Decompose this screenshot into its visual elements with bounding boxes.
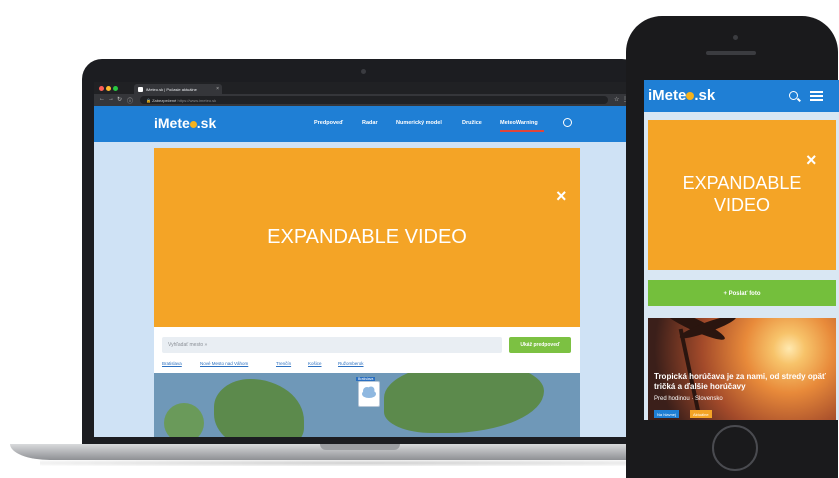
phone-home-button[interactable]	[712, 425, 758, 471]
news-card[interactable]: Tropická horúčava je za nami, od stredy …	[648, 318, 836, 420]
send-photo-bar[interactable]: + Poslať foto	[648, 280, 836, 306]
forward-arrow-icon[interactable]: →	[108, 96, 114, 102]
nav-item-numerical-model[interactable]: Numerický model	[396, 120, 442, 126]
window-minimize-button[interactable]	[106, 86, 111, 91]
favicon-icon	[138, 87, 143, 92]
search-card: Vyhľadať mesto » Ukáž predpoveď Bratisla…	[154, 327, 580, 437]
tab-close-icon[interactable]: ×	[216, 86, 219, 92]
weather-map[interactable]: Bratislava	[154, 373, 580, 437]
tab-title: iMeteo.sk | Počasie aktuálne	[146, 87, 197, 92]
map-land	[384, 373, 544, 433]
close-icon[interactable]: ×	[806, 150, 817, 171]
laptop-notch	[320, 444, 400, 450]
ad-label-line: VIDEO	[713, 195, 770, 215]
ad-label-line: EXPANDABLE	[682, 173, 802, 193]
logo-text-right: .sk	[694, 87, 716, 104]
nav-item-radar[interactable]: Radar	[362, 120, 378, 126]
url-text: https://www.imeteo.sk	[177, 98, 217, 103]
back-arrow-icon[interactable]: ←	[99, 96, 105, 102]
phone-screen: iMete .sk EXPANDABLE VIDEO × + Poslať fot…	[644, 80, 839, 420]
lock-icon: 🔒	[146, 98, 151, 103]
nav-active-indicator	[500, 130, 544, 132]
city-link[interactable]: Košice	[308, 361, 322, 366]
phone-speaker	[706, 51, 756, 55]
expandable-video-ad[interactable]: EXPANDABLE VIDEO ×	[154, 148, 580, 327]
ad-label: EXPANDABLE VIDEO	[648, 172, 836, 216]
laptop-camera	[361, 69, 366, 74]
sun-icon	[189, 120, 197, 128]
site-header: iMete .sk Predpoveď Radar Numerický model…	[94, 106, 630, 142]
city-link[interactable]: Trenčín	[276, 361, 291, 366]
site-logo[interactable]: iMete .sk	[154, 115, 216, 131]
close-icon[interactable]: ×	[556, 186, 567, 207]
device-mockup: iMeteo.sk | Počasie aktuálne × ← → ↻ ⓘ 🔒…	[0, 0, 839, 478]
laptop-shadow	[40, 460, 680, 466]
map-land	[164, 403, 204, 437]
news-tag[interactable]: Aktuálne	[690, 410, 712, 418]
expandable-video-ad[interactable]: EXPANDABLE VIDEO ×	[648, 120, 836, 270]
logo-text-left: iMete	[648, 87, 687, 104]
window-close-button[interactable]	[99, 86, 104, 91]
user-icon[interactable]	[563, 118, 572, 127]
browser-tab-bar: iMeteo.sk | Počasie aktuálne ×	[94, 82, 630, 94]
nav-item-meteowarning[interactable]: MeteoWarning	[500, 120, 538, 126]
map-land	[214, 379, 304, 437]
news-tag[interactable]: Na hlavnej	[654, 410, 679, 418]
nav-item-satellites[interactable]: Družice	[462, 120, 482, 126]
hamburger-menu-icon[interactable]	[810, 91, 823, 101]
info-icon[interactable]: ⓘ	[127, 96, 133, 105]
search-icon[interactable]	[789, 91, 798, 100]
reload-icon[interactable]: ↻	[117, 96, 122, 103]
city-search-input[interactable]: Vyhľadať mesto »	[162, 337, 502, 353]
news-title[interactable]: Tropická horúčava je za nami, od stredy …	[654, 372, 834, 392]
weather-pin[interactable]	[358, 381, 380, 407]
ad-label: EXPANDABLE VIDEO	[267, 226, 467, 248]
page-content: EXPANDABLE VIDEO × Vyhľadať mesto » Ukáž…	[94, 142, 630, 437]
window-zoom-button[interactable]	[113, 86, 118, 91]
phone-site-header: iMete .sk	[644, 80, 839, 112]
show-forecast-button[interactable]: Ukáž predpoveď	[509, 337, 571, 353]
browser-toolbar: ← → ↻ ⓘ 🔒 Zabezpečené https://www.imeteo…	[94, 94, 630, 106]
star-icon[interactable]: ☆	[614, 96, 619, 103]
city-link[interactable]: Bratislava	[162, 361, 182, 366]
logo-text-left: iMete	[154, 115, 190, 131]
site-logo[interactable]: iMete .sk	[648, 87, 715, 104]
logo-text-right: .sk	[196, 115, 217, 131]
send-photo-label: + Poslať foto	[723, 291, 761, 297]
phone-camera	[733, 35, 738, 40]
secure-label: Zabezpečené	[152, 98, 177, 103]
nav-item-forecast[interactable]: Predpoveď	[314, 120, 343, 126]
cloud-icon	[362, 386, 376, 398]
city-link[interactable]: Nové Mesto nad Váhom	[200, 361, 248, 366]
browser-tab[interactable]: iMeteo.sk | Počasie aktuálne ×	[134, 84, 222, 94]
news-meta: Pred hodinou · Slovensko	[654, 396, 723, 402]
address-bar[interactable]: 🔒 Zabezpečené https://www.imeteo.sk	[140, 96, 608, 104]
city-link[interactable]: Ružomberok	[338, 361, 364, 366]
laptop-screen: iMeteo.sk | Počasie aktuálne × ← → ↻ ⓘ 🔒…	[94, 82, 630, 437]
